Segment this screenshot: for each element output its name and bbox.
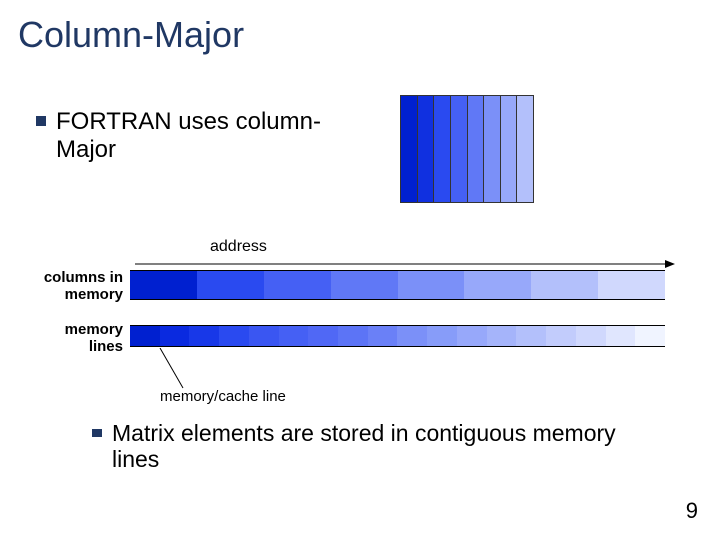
memory-column-segment [130, 271, 197, 299]
matrix-diagram [400, 95, 534, 203]
memory-line-segment [606, 326, 636, 346]
memory-line-segment [160, 326, 190, 346]
matrix-column [418, 96, 435, 202]
matrix-column [451, 96, 468, 202]
matrix-column [468, 96, 485, 202]
matrix-column [484, 96, 501, 202]
memory-line-segment [338, 326, 368, 346]
memory-column-segment [398, 271, 465, 299]
memory-lines-label: memory lines [58, 322, 123, 355]
memory-column-segment [464, 271, 531, 299]
page-number: 9 [686, 498, 698, 524]
memory-column-segment [531, 271, 598, 299]
matrix-column [501, 96, 518, 202]
memory-column-segment [331, 271, 398, 299]
memory-column-segment [197, 271, 264, 299]
matrix-column [434, 96, 451, 202]
memory-line-segment [368, 326, 398, 346]
address-label: address [210, 238, 267, 256]
memory-line-segment [397, 326, 427, 346]
memory-column-segment [598, 271, 665, 299]
columns-in-memory-label: columns in memory [43, 270, 123, 303]
cacheline-label: memory/cache line [160, 388, 286, 405]
columns-memory-bar [130, 270, 665, 300]
matrix-column [401, 96, 418, 202]
bullet-fortran: FORTRAN uses column-Major [36, 108, 356, 163]
memory-line-segment [219, 326, 249, 346]
bullet-contiguous-text: Matrix elements are stored in contiguous… [112, 420, 652, 473]
memory-column-segment [264, 271, 331, 299]
memory-line-segment [427, 326, 457, 346]
bullet-square-icon [36, 116, 46, 126]
memory-line-segment [130, 326, 160, 346]
memory-line-segment [576, 326, 606, 346]
bullet-contiguous: Matrix elements are stored in contiguous… [92, 420, 652, 473]
cacheline-arrow-icon [155, 348, 195, 392]
bullet-square-icon [92, 429, 102, 437]
memory-line-segment [457, 326, 487, 346]
memory-line-segment [546, 326, 576, 346]
memory-line-segment [279, 326, 309, 346]
memory-line-segment [487, 326, 517, 346]
memory-line-segment [189, 326, 219, 346]
slide-title: Column-Major [0, 0, 720, 56]
memory-line-segment [635, 326, 665, 346]
address-arrow-icon [135, 258, 675, 270]
memory-line-segment [308, 326, 338, 346]
memory-line-segment [249, 326, 279, 346]
memory-lines-bar [130, 325, 665, 347]
matrix-column [517, 96, 533, 202]
memory-line-segment [516, 326, 546, 346]
bullet-fortran-text: FORTRAN uses column-Major [56, 108, 356, 163]
